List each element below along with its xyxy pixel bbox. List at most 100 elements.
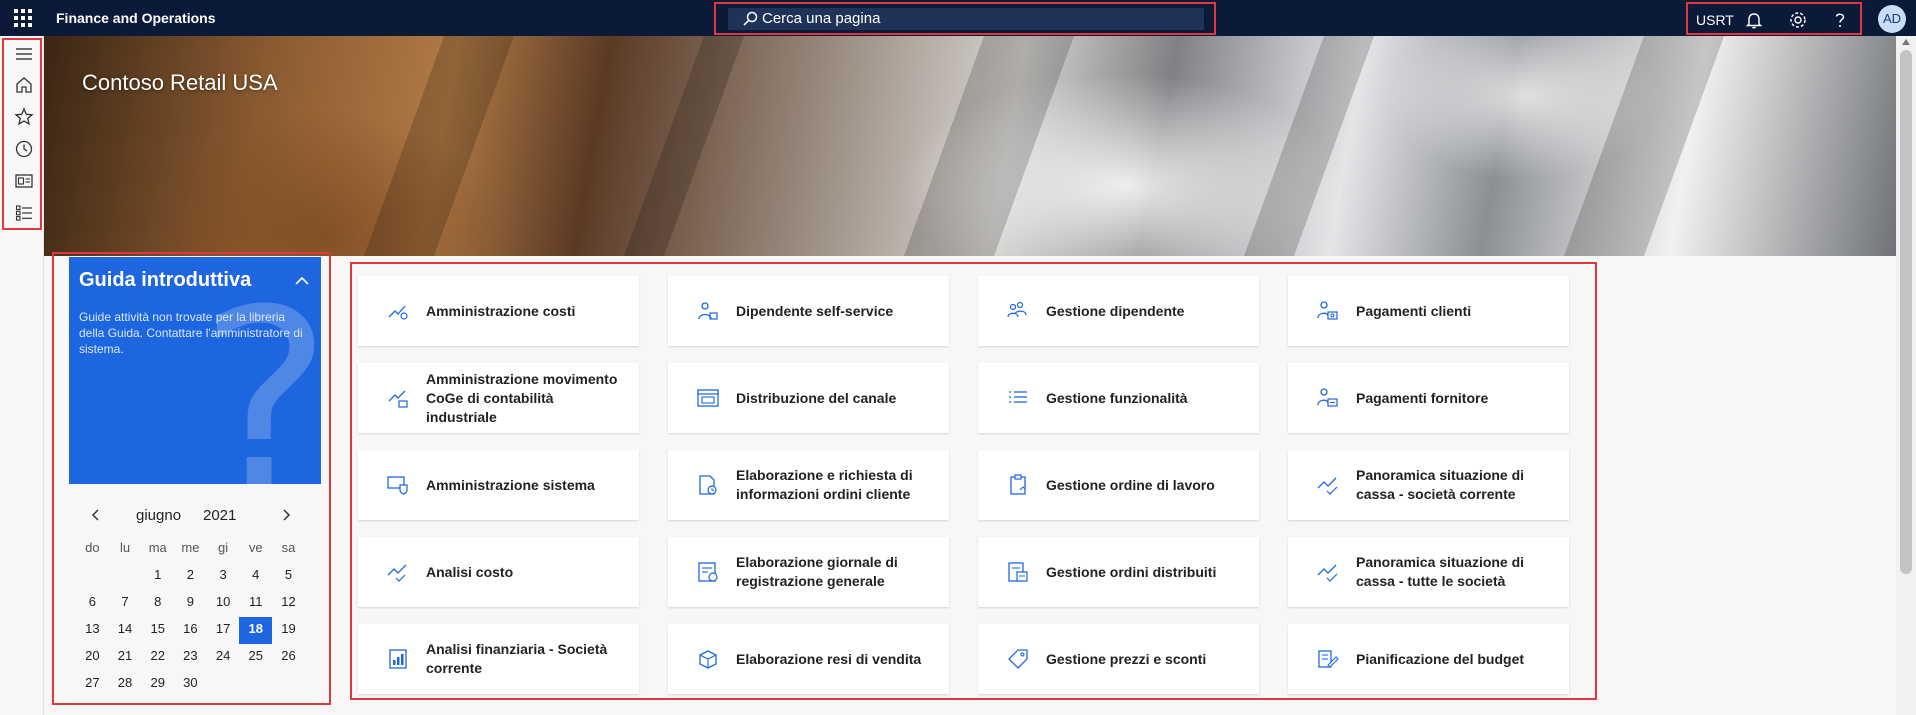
calendar-day[interactable]: 21	[109, 644, 142, 671]
workspace-tile[interactable]: Panoramica situazione di cassa - tutte l…	[1288, 537, 1569, 607]
banner-decoration	[903, 36, 1075, 256]
workspace-tile[interactable]: Panoramica situazione di cassa - società…	[1288, 450, 1569, 520]
workspace-tile-label: Analisi costo	[426, 563, 514, 580]
company-picker[interactable]: USRT	[1696, 12, 1734, 28]
calendar-weekday: ve	[248, 540, 263, 555]
employee-management-icon	[1007, 301, 1027, 318]
workspace-tile[interactable]: Pagamenti clienti	[1288, 276, 1569, 346]
workspace-tile[interactable]: Elaborazione giornale di registrazione g…	[668, 537, 949, 607]
calendar-day[interactable]: 19	[272, 617, 305, 644]
workspace-tile[interactable]: Analisi finanziaria - Società corrente	[358, 624, 639, 694]
home-icon[interactable]	[14, 75, 34, 95]
calendar-day[interactable]: 5	[272, 563, 305, 590]
customer-payments-icon	[1317, 301, 1338, 320]
calendar-day[interactable]: 2	[174, 563, 207, 590]
chevron-up-icon[interactable]	[294, 273, 310, 289]
company-name: Contoso Retail USA	[82, 70, 278, 95]
calendar-day[interactable]: 8	[141, 590, 174, 617]
workspace-tile[interactable]: Pianificazione del budget	[1288, 624, 1569, 694]
calendar-day[interactable]: 28	[109, 671, 142, 698]
sales-order-icon	[699, 475, 717, 495]
bell-icon[interactable]	[1744, 10, 1764, 30]
workspace-tile[interactable]: Dipendente self-service	[668, 276, 949, 346]
calendar-day[interactable]: 4	[239, 563, 272, 590]
workspace-tile-label: Distribuzione del canale	[736, 389, 897, 406]
workspace-tile[interactable]: Gestione ordini distribuiti	[978, 537, 1259, 607]
budget-planning-icon	[1318, 650, 1339, 668]
scroll-up-arrow[interactable]	[1902, 39, 1910, 45]
calendar-day[interactable]: 1	[141, 563, 174, 590]
workspace-tile-label: Pagamenti fornitore	[1356, 389, 1489, 406]
calendar-day[interactable]: 11	[239, 590, 272, 617]
hamburger-icon[interactable]	[14, 44, 34, 64]
workspace-tile-label: Pianificazione del budget	[1356, 650, 1525, 667]
workspace-tile[interactable]: Gestione ordine di lavoro	[978, 450, 1259, 520]
feature-management-icon	[1009, 391, 1027, 403]
workspace-tile-label: Panoramica situazione di cassa - tutte l…	[1356, 554, 1525, 589]
calendar-day[interactable]: 20	[76, 644, 109, 671]
workspace-tile[interactable]: Amministrazione sistema	[358, 450, 639, 520]
page-scrollbar[interactable]	[1896, 36, 1916, 715]
calendar-day[interactable]: 17	[207, 617, 240, 644]
calendar-day[interactable]: 18	[239, 617, 273, 644]
calendar-day[interactable]: 23	[174, 644, 207, 671]
vendor-payments-icon	[1317, 388, 1338, 407]
calendar-day[interactable]: 16	[174, 617, 207, 644]
workspace-tile[interactable]: Amministrazione costi	[358, 276, 639, 346]
calendar-empty-cell	[272, 671, 305, 698]
calendar-empty-cell	[207, 671, 240, 698]
workspace-tile[interactable]: Pagamenti fornitore	[1288, 363, 1569, 433]
calendar-day[interactable]: 27	[76, 671, 109, 698]
app-title[interactable]: Finance and Operations	[56, 10, 215, 26]
scrollbar-thumb[interactable]	[1900, 50, 1912, 574]
calendar-day[interactable]: 25	[239, 644, 272, 671]
banner-decoration	[623, 36, 745, 256]
calendar-day[interactable]: 29	[141, 671, 174, 698]
chevron-right-icon[interactable]	[279, 508, 293, 522]
workspace-tile[interactable]: Analisi costo	[358, 537, 639, 607]
list-icon[interactable]	[14, 203, 34, 223]
workspace-tile[interactable]: Gestione prezzi e sconti	[978, 624, 1259, 694]
calendar-day[interactable]: 12	[272, 590, 305, 617]
calendar-weekday: gi	[218, 540, 229, 555]
calendar-day[interactable]: 10	[207, 590, 240, 617]
calendar-year[interactable]: 2021	[203, 507, 236, 524]
workspace-tile-label: Gestione funzionalità	[1046, 389, 1188, 406]
star-icon[interactable]	[14, 107, 34, 127]
calendar-day[interactable]: 13	[76, 617, 109, 644]
guide-message: Guide attività non trovate per la librer…	[79, 310, 303, 356]
workspace-icon[interactable]	[14, 171, 34, 191]
calendar-day[interactable]: 24	[207, 644, 240, 671]
avatar[interactable]: AD	[1878, 5, 1906, 33]
system-admin-icon	[387, 476, 408, 495]
calendar-day[interactable]: 7	[109, 590, 142, 617]
financial-analysis-icon	[389, 649, 407, 669]
calendar-month[interactable]: giugno	[136, 507, 181, 524]
search-input[interactable]: Cerca una pagina	[728, 8, 1204, 30]
workspace-tile-label: Amministrazione costi	[426, 302, 576, 319]
workspace-tile[interactable]: Distribuzione del canale	[668, 363, 949, 433]
calendar-day[interactable]: 30	[174, 671, 207, 698]
calendar-day[interactable]: 6	[76, 590, 109, 617]
calendar-day[interactable]: 3	[207, 563, 240, 590]
help-icon[interactable]	[1830, 10, 1850, 30]
chevron-left-icon[interactable]	[89, 508, 103, 522]
workspace-tile-label: Elaborazione giornale di registrazione g…	[736, 554, 898, 589]
workspace-tile[interactable]: Elaborazione e richiesta di informazioni…	[668, 450, 949, 520]
calendar-day[interactable]: 15	[141, 617, 174, 644]
app-launcher-icon[interactable]	[14, 9, 32, 27]
calendar-day[interactable]: 22	[141, 644, 174, 671]
workspace-tile[interactable]: Gestione dipendente	[978, 276, 1259, 346]
workspace-tile[interactable]: Gestione funzionalità	[978, 363, 1259, 433]
left-navigation-highlight	[2, 38, 42, 230]
gear-icon[interactable]	[1788, 10, 1808, 30]
distributed-orders-icon	[1008, 562, 1028, 582]
calendar-day[interactable]: 9	[174, 590, 207, 617]
calendar-day[interactable]: 14	[109, 617, 142, 644]
clock-icon[interactable]	[14, 139, 34, 159]
calendar-day[interactable]: 26	[272, 644, 305, 671]
calendar-week: 12345	[76, 563, 308, 590]
workspace-tile[interactable]: Elaborazione resi di vendita	[668, 624, 949, 694]
workspace-tile[interactable]: Amministrazione movimento CoGe di contab…	[358, 363, 639, 433]
calendar-empty-cell	[109, 563, 142, 590]
